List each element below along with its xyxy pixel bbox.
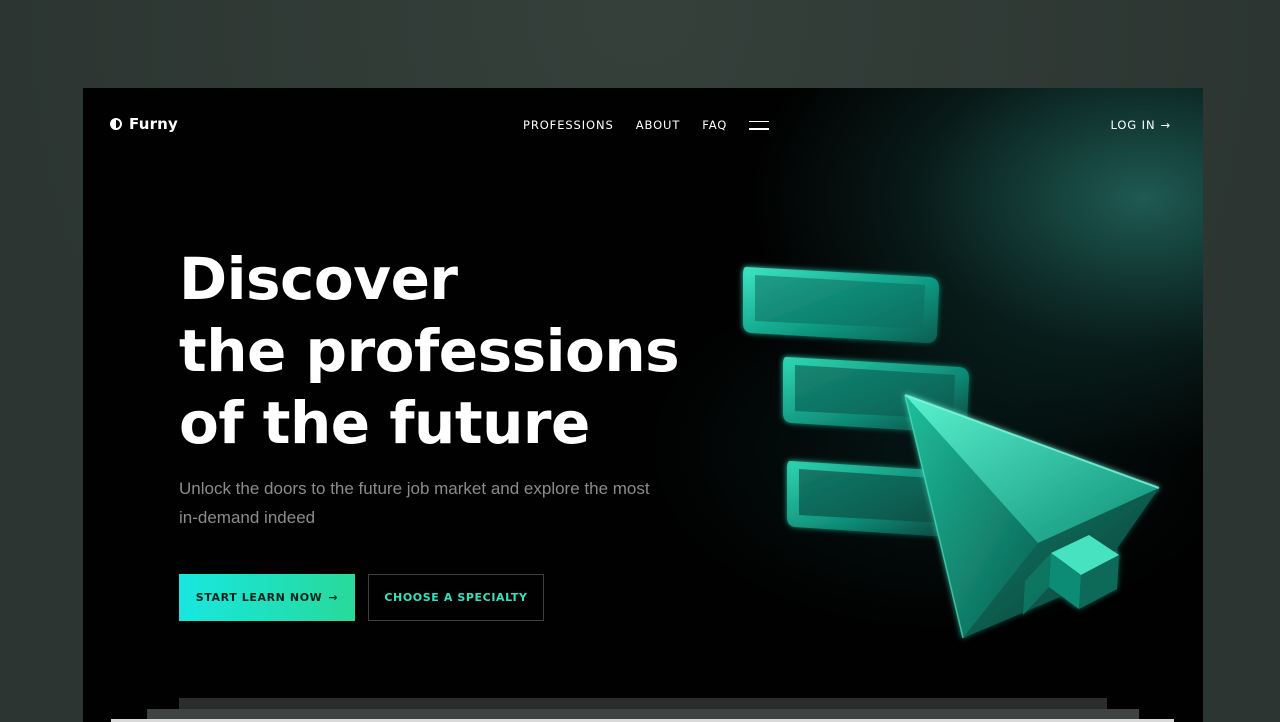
glass-bar-top <box>743 266 939 343</box>
pyramid-cursor-shape <box>904 394 1160 639</box>
nav-item-professions[interactable]: PROFESSIONS <box>523 118 614 132</box>
headline-line: of the future <box>179 389 590 457</box>
headline-line: the professions <box>179 317 680 385</box>
half-circle-icon <box>110 118 122 130</box>
hero-subtitle: Unlock the doors to the future job marke… <box>179 479 650 527</box>
brand-name: Furny <box>129 115 179 133</box>
arrow-right-icon: → <box>1160 118 1171 132</box>
login-link[interactable]: LOG IN → <box>1110 118 1171 132</box>
login-label: LOG IN <box>1110 118 1156 132</box>
website-frame: Furny PROFESSIONS ABOUT FAQ LOG IN → Dis… <box>83 88 1203 722</box>
headline-line: Discover <box>179 245 458 313</box>
hero-3d-illustration <box>743 266 1160 639</box>
nav-item-about[interactable]: ABOUT <box>636 118 681 132</box>
primary-cta-label: START LEARN NOW <box>195 591 323 604</box>
hamburger-menu-icon[interactable] <box>749 120 770 130</box>
arrow-right-icon: → <box>328 591 339 604</box>
brand-logo[interactable]: Furny <box>110 115 178 133</box>
menu-line <box>749 120 770 123</box>
nav-item-faq[interactable]: FAQ <box>702 118 727 132</box>
main-navigation: PROFESSIONS ABOUT FAQ <box>523 118 770 132</box>
start-learn-now-button[interactable]: START LEARN NOW → <box>179 574 355 621</box>
hero-headline: Discover the professions of the future <box>179 243 680 459</box>
choose-specialty-button[interactable]: CHOOSE A SPECIALTY <box>368 574 544 621</box>
menu-line <box>749 127 770 130</box>
